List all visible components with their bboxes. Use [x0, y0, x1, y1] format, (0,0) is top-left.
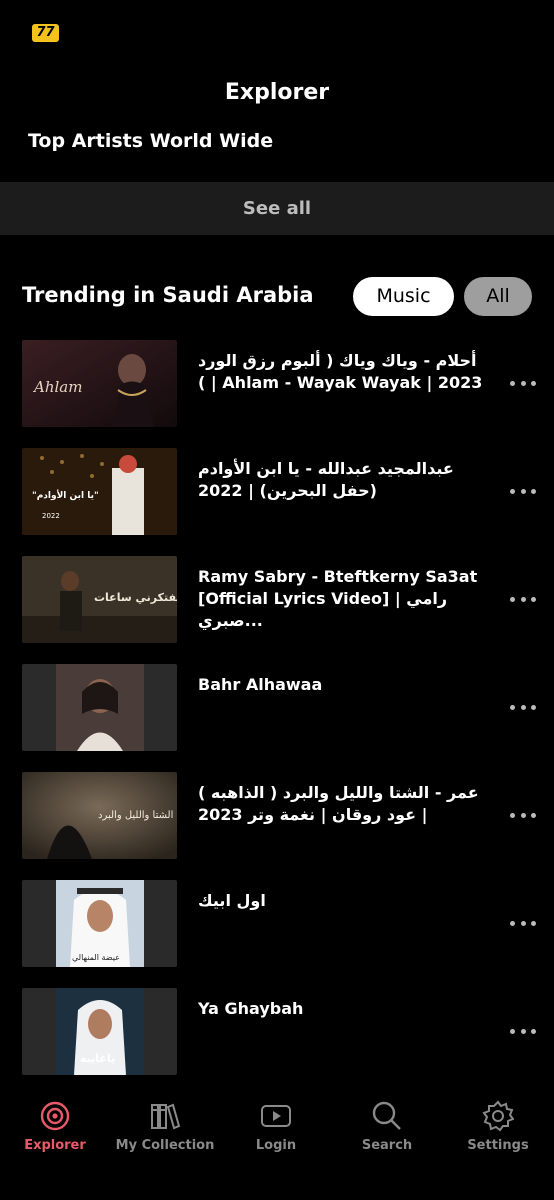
tab-search[interactable]: Search	[332, 1098, 442, 1153]
page-title: Explorer	[224, 80, 330, 105]
tab-my-collection[interactable]: My Collection	[110, 1098, 220, 1153]
video-thumbnail: Ahlam	[22, 340, 177, 427]
search-icon	[332, 1098, 442, 1134]
svg-text:ياغايبه: ياغايبه	[80, 1052, 115, 1065]
filter-music-button[interactable]: Music	[353, 277, 454, 316]
list-item[interactable]: ياغايبه Ya Ghaybah	[0, 988, 554, 1096]
trending-list: Ahlam أحلام - وياك وياك ( ألبوم رزق الور…	[0, 340, 554, 1096]
more-options-icon[interactable]	[510, 808, 536, 822]
more-options-icon[interactable]	[510, 484, 536, 498]
item-title: عبدالمجيد عبدالله - يا ابن الأوادم (حفل …	[198, 459, 454, 500]
tab-login[interactable]: Login	[221, 1098, 331, 1153]
video-thumbnail: بتفتكرني ساعات	[22, 556, 177, 643]
tab-explorer[interactable]: Explorer	[0, 1098, 110, 1153]
library-books-icon	[110, 1098, 220, 1134]
video-thumbnail: ياغايبه	[22, 988, 177, 1075]
item-title: Ya Ghaybah	[198, 999, 304, 1018]
gear-icon	[443, 1098, 553, 1134]
item-title: Ramy Sabry - Bteftkerny Sa3at [Official …	[198, 567, 478, 630]
item-title: اول ابيك	[198, 891, 266, 910]
top-artists-heading: Top Artists World Wide	[28, 130, 274, 152]
list-item[interactable]: Ahlam أحلام - وياك وياك ( ألبوم رزق الور…	[0, 340, 554, 448]
tab-label: Settings	[467, 1138, 529, 1153]
video-thumbnail: عيضة المنهالي	[22, 880, 177, 967]
see-all-button[interactable]: See all	[0, 182, 554, 235]
svg-text:عيضة المنهالي: عيضة المنهالي	[72, 953, 120, 962]
filter-all-button[interactable]: All	[464, 277, 532, 316]
explorer-target-icon	[0, 1098, 110, 1134]
more-options-icon[interactable]	[510, 1024, 536, 1038]
svg-text:"يا ابن الأوادم": "يا ابن الأوادم"	[32, 489, 99, 501]
trending-heading: Trending in Saudi Arabia	[22, 283, 314, 307]
item-title: عمر - الشتا والليل والبرد ( الذاهبه ) | …	[198, 783, 479, 824]
status-badge: 77	[32, 24, 59, 42]
play-screen-icon	[221, 1098, 331, 1134]
more-options-icon[interactable]	[510, 592, 536, 606]
video-thumbnail: "يا ابن الأوادم" 2022	[22, 448, 177, 535]
svg-text:Ahlam: Ahlam	[32, 378, 82, 396]
svg-text:الشتا والليل والبرد: الشتا والليل والبرد	[98, 810, 173, 821]
tab-label: Search	[361, 1138, 413, 1153]
tab-settings[interactable]: Settings	[443, 1098, 553, 1153]
item-title: Bahr Alhawaa	[198, 675, 323, 694]
video-thumbnail: الشتا والليل والبرد	[22, 772, 177, 859]
more-options-icon[interactable]	[510, 916, 536, 930]
more-options-icon[interactable]	[510, 700, 536, 714]
tab-label: Explorer	[24, 1138, 86, 1153]
more-options-icon[interactable]	[510, 376, 536, 390]
tab-label: My Collection	[115, 1138, 215, 1153]
svg-text:2022: 2022	[42, 512, 60, 520]
tab-label: Login	[255, 1138, 297, 1153]
list-item[interactable]: Bahr Alhawaa	[0, 664, 554, 772]
video-thumbnail	[22, 664, 177, 751]
list-item[interactable]: عيضة المنهالي اول ابيك	[0, 880, 554, 988]
list-item[interactable]: الشتا والليل والبرد عمر - الشتا والليل و…	[0, 772, 554, 880]
list-item[interactable]: بتفتكرني ساعات Ramy Sabry - Bteftkerny S…	[0, 556, 554, 664]
bottom-tab-bar: Explorer My Collection Login Search Sett…	[0, 1090, 554, 1200]
item-title: أحلام - وياك وياك ( ألبوم رزق الورد ) | …	[198, 351, 483, 392]
svg-text:بتفتكرني ساعات: بتفتكرني ساعات	[94, 591, 177, 604]
list-item[interactable]: "يا ابن الأوادم" 2022 عبدالمجيد عبدالله …	[0, 448, 554, 556]
